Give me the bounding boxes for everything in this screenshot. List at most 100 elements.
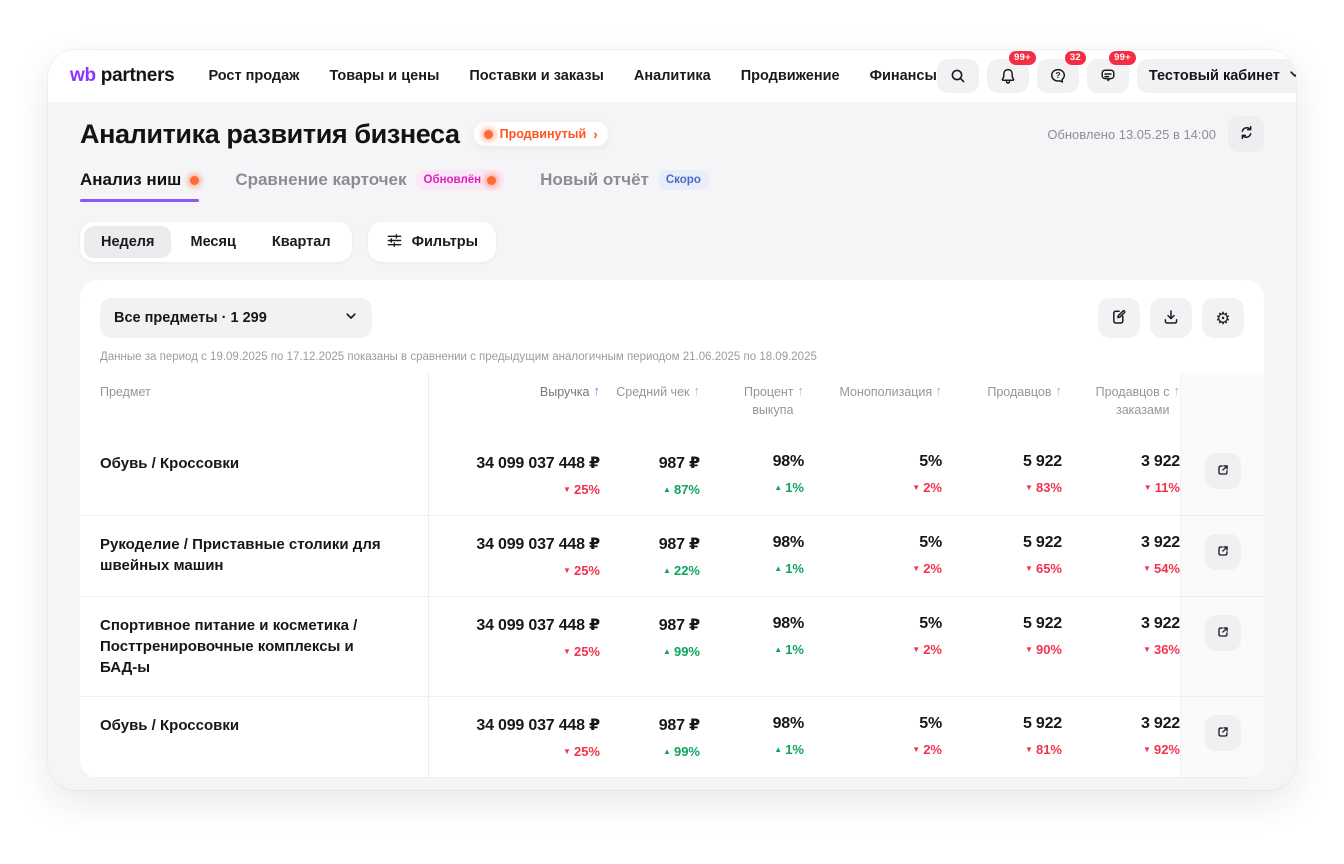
- subject-name: Обувь / Кроссовки: [100, 435, 428, 515]
- report-tabs: Анализ ниш Сравнение карточек Обновлён Н…: [80, 170, 1264, 202]
- delta-arrow-icon: ▲: [663, 747, 671, 756]
- table-settings-button[interactable]: ⚙: [1202, 298, 1244, 338]
- orange-dot-icon: [484, 130, 493, 139]
- account-switcher[interactable]: Тестовый кабинет: [1137, 59, 1296, 93]
- nav-item-goods-prices[interactable]: Товары и цены: [329, 68, 439, 84]
- delta-arrow-icon: ▼: [912, 564, 920, 573]
- column-header-subject[interactable]: Предмет: [100, 373, 428, 435]
- nav-item-analytics[interactable]: Аналитика: [634, 68, 711, 84]
- column-header-revenue[interactable]: Выручка↑: [428, 373, 600, 435]
- comparison-period-note: Данные за период с 19.09.2025 по 17.12.2…: [80, 338, 1264, 363]
- sellers-cell: 5 922 ▼81%: [942, 697, 1062, 777]
- subject-filter-select[interactable]: Все предметы · 1 299: [100, 298, 372, 338]
- external-link-icon: [1215, 543, 1231, 562]
- column-header-avg-check[interactable]: Средний чек↑: [600, 373, 700, 435]
- wb-partners-logo[interactable]: wb partners: [70, 65, 174, 87]
- open-niche-report-button[interactable]: [1205, 615, 1241, 651]
- tab-label: Сравнение карточек: [235, 170, 406, 190]
- revenue-cell: 34 099 037 448 ₽ ▼25%: [428, 597, 600, 696]
- open-niche-report-button[interactable]: [1205, 534, 1241, 570]
- search-button[interactable]: [937, 59, 979, 93]
- delta-arrow-icon: ▲: [774, 564, 782, 573]
- niche-table-card: Все предметы · 1 299: [80, 280, 1264, 778]
- external-link-icon: [1215, 724, 1231, 743]
- delta-arrow-icon: ▼: [1143, 745, 1151, 754]
- delta-arrow-icon: ▲: [663, 485, 671, 494]
- avg-check-cell: 987 ₽ ▲99%: [600, 697, 700, 777]
- column-header-sellers-with-orders[interactable]: Продавцов с заказами↑: [1062, 373, 1180, 435]
- delta-arrow-icon: ▼: [912, 645, 920, 654]
- tab-new-report[interactable]: Новый отчёт Скоро: [540, 170, 709, 202]
- external-link-icon: [1215, 462, 1231, 481]
- nav-item-sales-growth[interactable]: Рост продаж: [208, 68, 299, 84]
- period-segmented-control: Неделя Месяц Квартал: [80, 222, 352, 262]
- nav-actions: 99+ ? 32 99+: [937, 59, 1296, 93]
- updated-badge: Обновлён: [416, 170, 505, 190]
- delta-arrow-icon: ▼: [912, 483, 920, 492]
- table-header-row: Предмет Выручка↑ Средний чек↑ Процент вы…: [80, 373, 1264, 435]
- delta-arrow-icon: ▲: [663, 647, 671, 656]
- period-month-button[interactable]: Месяц: [173, 226, 252, 258]
- table-row: Обувь / Кроссовки 34 099 037 448 ₽ ▼25% …: [80, 435, 1264, 515]
- period-controls: Неделя Месяц Квартал Фильтры: [80, 222, 1264, 262]
- column-header-monopolization[interactable]: Монополизация↑: [804, 373, 942, 435]
- subject-name: Обувь / Кроссовки: [100, 697, 428, 777]
- monopolization-cell: 5% ▼2%: [804, 516, 942, 596]
- tab-card-comparison[interactable]: Сравнение карточек Обновлён: [235, 170, 504, 202]
- open-niche-report-button[interactable]: [1205, 715, 1241, 751]
- search-icon: [949, 67, 967, 85]
- help-count-badge: 32: [1065, 51, 1086, 65]
- period-quarter-button[interactable]: Квартал: [255, 226, 348, 258]
- table-row: Рукоделие / Приставные столики для швейн…: [80, 515, 1264, 596]
- logo-wb: wb: [70, 65, 96, 87]
- filters-label: Фильтры: [412, 234, 478, 250]
- delta-arrow-icon: ▼: [912, 745, 920, 754]
- refresh-button[interactable]: [1228, 116, 1264, 152]
- chat-button[interactable]: 99+: [1087, 59, 1129, 93]
- help-button[interactable]: ? 32: [1037, 59, 1079, 93]
- delta-arrow-icon: ▲: [774, 645, 782, 654]
- delta-arrow-icon: ▼: [1143, 645, 1151, 654]
- notifications-button[interactable]: 99+: [987, 59, 1029, 93]
- revenue-cell: 34 099 037 448 ₽ ▼25%: [428, 435, 600, 515]
- subject-name: Спортивное питание и косметика / Посттре…: [100, 597, 428, 696]
- gear-icon: ⚙: [1215, 310, 1230, 327]
- chevron-down-icon: [1288, 67, 1296, 85]
- logo-partners: partners: [101, 65, 175, 87]
- avg-check-cell: 987 ₽ ▲99%: [600, 597, 700, 696]
- column-header-sellers[interactable]: Продавцов↑: [942, 373, 1062, 435]
- actions-column-header: [1180, 373, 1264, 435]
- nav-item-supplies-orders[interactable]: Поставки и заказы: [469, 68, 604, 84]
- last-updated-text: Обновлено 13.05.25 в 14:00: [1047, 127, 1216, 142]
- page-content: Аналитика развития бизнеса Продвинутый ›…: [48, 102, 1296, 790]
- monopolization-cell: 5% ▼2%: [804, 597, 942, 696]
- period-week-button[interactable]: Неделя: [84, 226, 171, 258]
- column-header-buyout[interactable]: Процент выкупа↑: [700, 373, 804, 435]
- table-row: Спортивное питание и косметика / Посттре…: [80, 596, 1264, 696]
- delta-arrow-icon: ▲: [774, 483, 782, 492]
- page-title: Аналитика развития бизнеса: [80, 119, 460, 150]
- sellers-with-orders-cell: 3 922 ▼11%: [1062, 435, 1180, 515]
- delta-arrow-icon: ▼: [1143, 564, 1151, 573]
- open-niche-report-button[interactable]: [1205, 453, 1241, 489]
- top-nav: wb partners Рост продаж Товары и цены По…: [48, 50, 1296, 102]
- download-button[interactable]: [1150, 298, 1192, 338]
- sellers-cell: 5 922 ▼83%: [942, 435, 1062, 515]
- tab-niche-analysis[interactable]: Анализ ниш: [80, 170, 199, 202]
- chat-count-badge: 99+: [1109, 51, 1136, 65]
- nav-item-promotion[interactable]: Продвижение: [741, 68, 840, 84]
- filters-button[interactable]: Фильтры: [368, 222, 496, 262]
- svg-text:?: ?: [1055, 70, 1060, 80]
- avg-check-cell: 987 ₽ ▲87%: [600, 435, 700, 515]
- delta-arrow-icon: ▼: [1025, 745, 1033, 754]
- tab-label: Новый отчёт: [540, 170, 649, 190]
- nav-menu: Рост продаж Товары и цены Поставки и зак…: [208, 68, 936, 84]
- delta-arrow-icon: ▼: [1025, 483, 1033, 492]
- account-name: Тестовый кабинет: [1149, 68, 1280, 84]
- plan-badge[interactable]: Продвинутый ›: [474, 122, 608, 146]
- chat-icon: [1099, 67, 1117, 85]
- nav-item-finance[interactable]: Финансы: [870, 68, 937, 84]
- create-report-button[interactable]: [1098, 298, 1140, 338]
- delta-arrow-icon: ▼: [563, 485, 571, 494]
- delta-arrow-icon: ▼: [563, 747, 571, 756]
